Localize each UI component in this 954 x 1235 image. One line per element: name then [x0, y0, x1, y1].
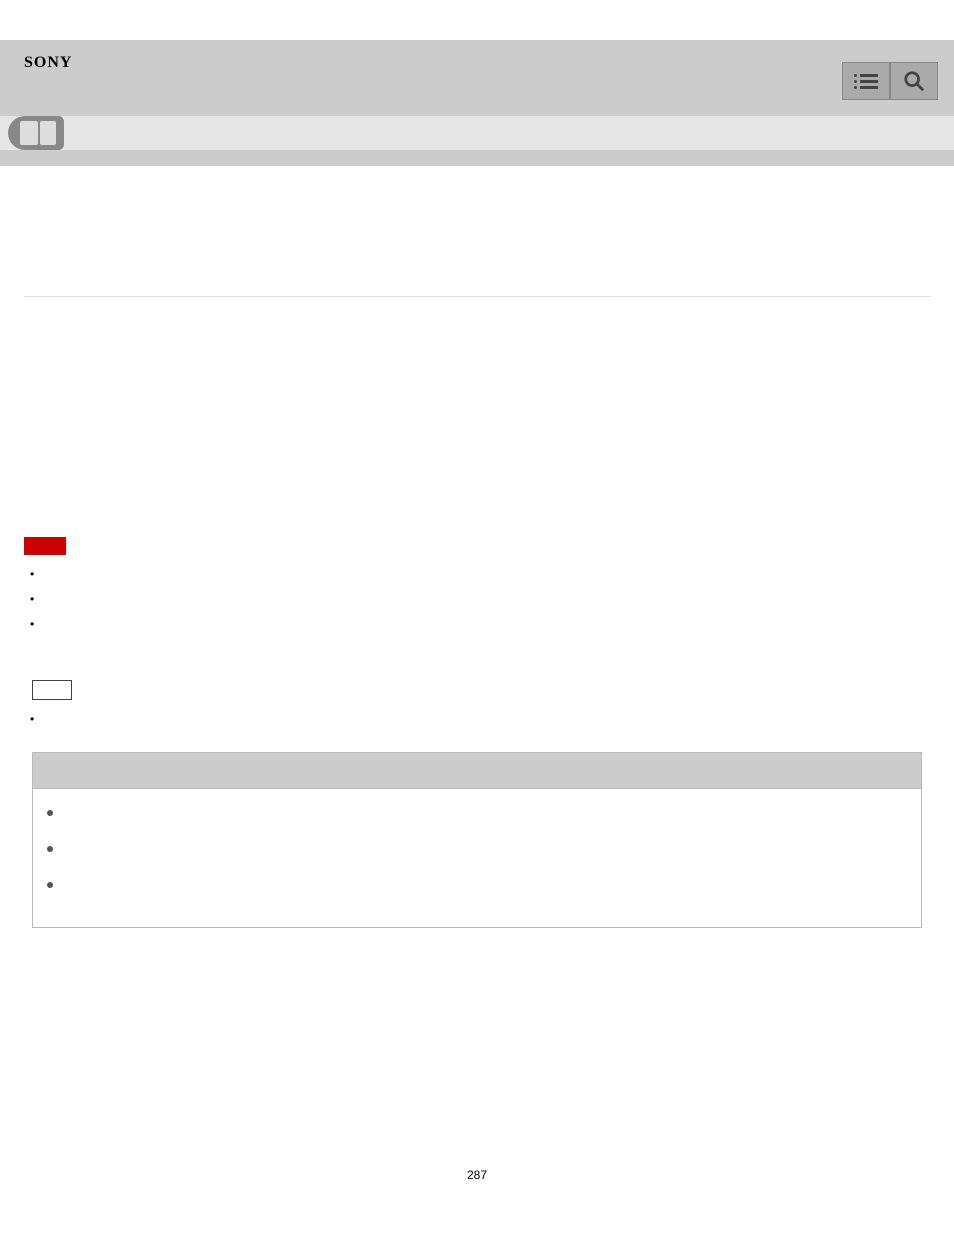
list-item — [42, 712, 930, 732]
list-item — [42, 590, 930, 615]
icon-box — [32, 680, 72, 700]
bullet-list-2 — [24, 712, 930, 732]
table-body — [33, 789, 921, 927]
recording-badge — [24, 537, 66, 555]
menu-button[interactable] — [842, 62, 890, 100]
divider — [24, 296, 930, 297]
book-icon[interactable] — [8, 116, 64, 150]
info-table — [32, 752, 922, 928]
list-item — [42, 615, 930, 640]
table-header — [33, 753, 921, 789]
search-button[interactable] — [890, 62, 938, 100]
content-area: 287 — [0, 166, 954, 1212]
subheader — [0, 116, 954, 150]
list-item — [53, 804, 901, 840]
brand-logo: SONY — [24, 54, 72, 72]
menu-icon — [854, 74, 878, 89]
page-number: 287 — [24, 1168, 930, 1182]
search-icon — [903, 70, 925, 92]
table-bullet-list — [53, 804, 901, 912]
header-actions — [842, 62, 938, 100]
list-item — [42, 565, 930, 590]
header: SONY — [0, 40, 954, 116]
list-item — [53, 876, 901, 912]
bullet-list-1 — [24, 565, 930, 640]
grey-bar — [0, 150, 954, 166]
list-item — [53, 840, 901, 876]
